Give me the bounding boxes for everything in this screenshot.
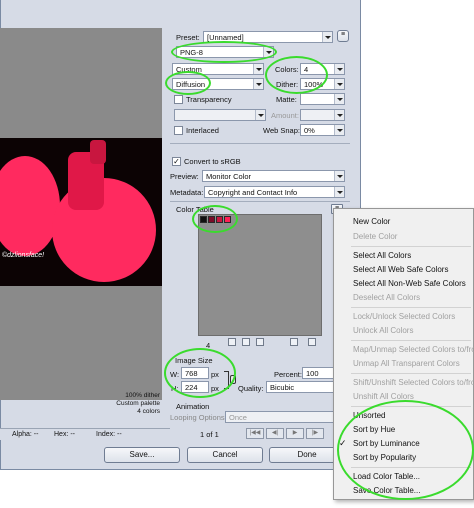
amount-field[interactable] xyxy=(300,109,345,121)
color-table-toolbar xyxy=(198,338,322,348)
looping-value: Once xyxy=(229,413,247,422)
play-button[interactable]: ▶ xyxy=(286,428,304,439)
status-bar: Alpha: -- Hex: -- Index: -- xyxy=(0,428,170,440)
preview-value: Monitor Color xyxy=(206,172,252,181)
info-colors: 4 colors xyxy=(137,408,160,415)
menu-item-select-non-web-safe[interactable]: Select All Non-Web Safe Colors xyxy=(353,279,466,288)
web-snap-label: Web Snap: xyxy=(263,126,300,135)
matte-dropdown[interactable] xyxy=(300,93,345,105)
menu-item-deselect-all[interactable]: Deselect All Colors xyxy=(353,293,420,302)
highlight-ring xyxy=(165,71,211,95)
convert-srgb-checkbox[interactable]: ✓ xyxy=(172,157,181,166)
photo-watermark-text: ©dzlionsface! xyxy=(2,252,45,259)
matte-label: Matte: xyxy=(276,95,297,104)
highlight-ring xyxy=(265,56,328,94)
lock-icon[interactable] xyxy=(256,338,264,346)
convert-srgb-label: Convert to sRGB xyxy=(184,157,241,166)
preview-image: ©dzlionsface! xyxy=(0,138,162,286)
metadata-value: Copyright and Contact Info xyxy=(208,188,298,197)
highlight-ring xyxy=(192,205,238,233)
chevron-down-icon xyxy=(322,32,332,42)
highlight-ring xyxy=(171,41,277,63)
optimize-menu-button[interactable]: ≡ xyxy=(337,30,349,42)
cancel-button[interactable]: Cancel xyxy=(187,447,263,463)
divider xyxy=(170,143,350,144)
chevron-down-icon xyxy=(334,171,344,181)
menu-item-select-web-safe[interactable]: Select All Web Safe Colors xyxy=(353,265,448,274)
menu-item-unlock-all[interactable]: Unlock All Colors xyxy=(353,326,413,335)
menu-separator xyxy=(351,246,471,247)
index-readout: Index: -- xyxy=(96,431,122,438)
web-snap-field[interactable]: 0% xyxy=(300,124,345,136)
menu-item-delete-color[interactable]: Delete Color xyxy=(353,232,397,241)
metadata-label: Metadata: xyxy=(170,188,204,197)
chevron-down-icon xyxy=(253,64,263,74)
preview-label: Preview: xyxy=(170,172,199,181)
interlaced-checkbox[interactable] xyxy=(174,126,183,135)
web-snap-value: 0% xyxy=(304,126,315,135)
map-color-icon[interactable] xyxy=(228,338,236,346)
info-dither: 100% dither xyxy=(125,392,160,399)
percent-field[interactable]: 100 xyxy=(302,367,336,379)
preview-dropdown[interactable]: Monitor Color xyxy=(202,170,345,182)
menu-item-select-all[interactable]: Select All Colors xyxy=(353,251,411,260)
hex-readout: Hex: -- xyxy=(54,431,75,438)
chevron-down-icon xyxy=(334,64,344,74)
save-button[interactable]: Save... xyxy=(104,447,180,463)
next-frame-button[interactable]: |▶ xyxy=(306,428,324,439)
highlight-ring xyxy=(337,400,474,500)
transparency-dither-dropdown[interactable] xyxy=(174,109,266,121)
chevron-down-icon xyxy=(334,125,344,135)
chevron-down-icon xyxy=(253,79,263,89)
menu-item-unmap-transparent[interactable]: Unmap All Transparent Colors xyxy=(353,359,460,368)
trash-icon[interactable] xyxy=(308,338,316,346)
quality-value: Bicubic xyxy=(270,383,295,392)
preset-label: Preset: xyxy=(176,33,200,42)
looping-dropdown[interactable]: Once xyxy=(225,411,336,423)
frame-counter: 1 of 1 xyxy=(200,430,219,439)
chevron-down-icon xyxy=(334,110,344,120)
chevron-down-icon xyxy=(334,79,344,89)
quality-dropdown[interactable]: Bicubic xyxy=(266,381,336,393)
menu-separator xyxy=(351,340,471,341)
divider xyxy=(170,201,350,202)
percent-value: 100 xyxy=(306,369,319,378)
animation-label: Animation xyxy=(176,402,210,411)
chevron-down-icon xyxy=(334,187,344,197)
menu-item-new-color[interactable]: New Color xyxy=(353,217,390,226)
percent-label: Percent: xyxy=(274,370,302,379)
chevron-down-icon xyxy=(334,94,344,104)
animation-controls: |◀◀ ◀| ▶ |▶ xyxy=(246,428,336,439)
menu-item-lock-unlock[interactable]: Lock/Unlock Selected Colors xyxy=(353,312,455,321)
optimization-info: 100% dither Custom palette 4 colors xyxy=(86,392,160,416)
info-palette: Custom palette xyxy=(116,400,160,407)
transparency-label: Transparency xyxy=(186,95,232,104)
web-shift-icon[interactable] xyxy=(242,338,250,346)
menu-item-shift-unshift[interactable]: Shift/Unshift Selected Colors to/from xyxy=(353,378,474,387)
highlight-ring xyxy=(164,348,236,398)
interlaced-label: Interlaced xyxy=(186,126,219,135)
metadata-dropdown[interactable]: Copyright and Contact Info xyxy=(204,186,345,198)
new-color-icon[interactable] xyxy=(290,338,298,346)
menu-item-map-unmap[interactable]: Map/Unmap Selected Colors to/from xyxy=(353,345,474,354)
alpha-readout: Alpha: -- xyxy=(12,431,39,438)
transparency-checkbox[interactable] xyxy=(174,95,183,104)
chevron-down-icon xyxy=(255,110,265,120)
menu-separator xyxy=(351,307,471,308)
looping-options-label: Looping Options: xyxy=(170,413,227,422)
first-frame-button[interactable]: |◀◀ xyxy=(246,428,264,439)
previous-frame-button[interactable]: ◀| xyxy=(266,428,284,439)
quality-label: Quality: xyxy=(238,384,264,393)
menu-separator xyxy=(351,373,471,374)
amount-label: Amount: xyxy=(271,111,299,120)
